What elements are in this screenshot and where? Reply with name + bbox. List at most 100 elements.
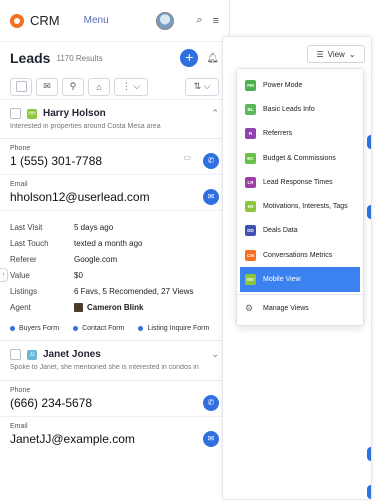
dot-icon <box>10 326 15 331</box>
agent-value[interactable]: Cameron Blink <box>74 302 143 312</box>
select-all-checkbox[interactable] <box>10 77 32 96</box>
filter-icon: ☰ <box>316 49 324 59</box>
form-label: Buyers Form <box>19 325 60 332</box>
view-option-deals-data[interactable]: DD Deals Data <box>237 219 363 243</box>
email-value[interactable]: JanetJJ@example.com <box>10 432 219 446</box>
message-icon[interactable]: ▭ <box>183 153 191 162</box>
agent-row: Agent Cameron Blink <box>10 299 219 315</box>
call-button[interactable] <box>367 135 371 149</box>
call-button[interactable]: ✆ <box>203 395 219 411</box>
view-option-mobile-view[interactable]: MV Mobile View <box>240 267 360 292</box>
view-badge-icon: PM <box>245 79 256 91</box>
expand-side-arrow[interactable]: › <box>0 268 8 282</box>
leads-header: Leads 1170 Results + 🔔︎ <box>0 42 229 74</box>
view-badge-icon: MV <box>245 274 256 286</box>
tag-icon: ⌂ <box>96 81 102 92</box>
detail-value: 6 Favs, 5 Recomended, 27 Views <box>74 286 194 296</box>
email-label: Email <box>10 423 28 430</box>
lead-name[interactable]: Harry Holson <box>43 108 211 119</box>
view-option-conversations-metrics[interactable]: CM Conversations Metrics <box>237 243 363 267</box>
detail-key: Listings <box>10 286 38 296</box>
view-dropdown-menu: PM Power Mode BL Basic Leads Info R Referre… <box>236 68 364 326</box>
send-email-button[interactable]: ✉ <box>203 431 219 447</box>
user-avatar[interactable] <box>156 11 175 30</box>
tag-action-button[interactable]: ⌂ <box>88 77 110 96</box>
email-field: Email hholson12@userlead.com ✉ <box>0 175 229 211</box>
view-option-label: Lead Response Times <box>263 178 333 186</box>
email-field: Email JanetJJ@example.com ✉ <box>0 417 229 452</box>
lead-note: Interested in properties around Costa Me… <box>10 123 161 130</box>
detail-value: Google.com <box>74 254 118 264</box>
view-option-label: Power Mode <box>263 81 303 89</box>
view-option-referrers[interactable]: R Referrers <box>237 122 363 146</box>
bulk-toolbar: ✉ ⚲ ⌂ ⋮ ⌵ ⇅ ⌵ <box>0 74 229 100</box>
email-value[interactable]: hholson12@userlead.com <box>10 190 219 204</box>
view-badge-icon: LR <box>245 176 256 188</box>
search-icon[interactable]: ⌕ <box>196 14 202 27</box>
checkbox-icon <box>15 81 27 92</box>
bell-icon[interactable]: 🔔︎ <box>206 53 219 64</box>
form-item[interactable]: Contact Form <box>73 325 124 332</box>
lead-card[interactable]: JJ Janet Jones ⌄ Spoke to Janet, she men… <box>0 341 229 381</box>
detail-key: Referer <box>10 254 37 264</box>
view-select-button[interactable]: ☰ View ⌄ <box>307 45 365 63</box>
email-action-button[interactable]: ✉ <box>36 77 58 96</box>
assign-action-button[interactable]: ⚲ <box>62 77 84 96</box>
add-lead-button[interactable]: + <box>180 49 199 67</box>
call-button[interactable] <box>367 447 371 461</box>
lead-checkbox[interactable] <box>10 108 21 119</box>
detail-row: Referer Google.com <box>10 251 219 267</box>
menu-divider <box>237 293 363 295</box>
manage-views-button[interactable]: ⚙ Manage Views <box>237 297 363 321</box>
mail-icon: ✉ <box>43 81 51 91</box>
dot-icon <box>138 326 144 331</box>
view-badge-icon: BL <box>245 103 256 115</box>
send-email-button[interactable]: ✉ <box>203 189 219 205</box>
view-option-label: Conversations Metrics <box>263 251 333 259</box>
call-button[interactable]: ✆ <box>203 153 219 169</box>
form-item[interactable]: Buyers Form <box>10 325 59 332</box>
detail-row: Last Touch texted a month ago <box>10 235 219 251</box>
gear-icon: ⚙ <box>245 303 254 314</box>
phone-field: Phone 1 (555) 301-7788 ▭ ✆ <box>0 139 229 175</box>
phone-label: Phone <box>10 387 31 394</box>
lead-type-badge: HH <box>27 108 37 119</box>
lead-card[interactable]: HH Harry Holson ⌃ Interested in properti… <box>0 100 229 139</box>
view-option-budget-commissions[interactable]: BC Budget & Commissions <box>237 146 363 170</box>
chevron-down-icon: ⌄ <box>348 49 356 59</box>
lead-name[interactable]: Janet Jones <box>43 349 211 360</box>
more-actions-button[interactable]: ⋮ ⌵ <box>114 77 148 96</box>
lead-checkbox[interactable] <box>10 349 21 360</box>
view-option-basic-leads-info[interactable]: BL Basic Leads Info <box>237 97 363 121</box>
detail-row: Last Visit 5 days ago <box>10 219 219 235</box>
crm-logo-icon <box>10 13 24 28</box>
manage-views-label: Manage Views <box>263 305 309 313</box>
view-option-label: Basic Leads Info <box>263 105 315 113</box>
phone-value[interactable]: (666) 234-5678 <box>10 396 219 410</box>
forms-list: Buyers Form Contact Form Listing Inquire… <box>0 323 229 341</box>
view-option-lead-response-times[interactable]: LR Lead Response Times <box>237 170 363 194</box>
agent-avatar <box>74 302 83 312</box>
detail-key: Last Touch <box>10 238 49 248</box>
form-label: Listing Inquire Form <box>147 325 210 332</box>
send-email-button[interactable] <box>367 205 371 219</box>
leads-panel: CRM Menu ⌕ ≡ Leads 1170 Results + 🔔︎ ✉ ⚲… <box>0 0 230 500</box>
lead-type-badge: JJ <box>27 349 37 360</box>
top-bar: CRM Menu ⌕ ≡ <box>0 0 229 42</box>
user-plus-icon: ⚲ <box>69 81 77 91</box>
menu-link[interactable]: Menu <box>84 15 157 26</box>
view-option-power-mode[interactable]: PM Power Mode <box>237 73 363 97</box>
phone-field: Phone (666) 234-5678 ✆ <box>0 381 229 417</box>
lead-note: Spoke to Janet, she mentioned she is int… <box>10 364 199 371</box>
hamburger-icon[interactable]: ≡ <box>213 15 219 27</box>
chevron-up-icon[interactable]: ⌃ <box>211 108 219 119</box>
chevron-down-icon[interactable]: ⌄ <box>211 349 219 360</box>
view-option-label: Deals Data <box>263 227 298 235</box>
view-label: View <box>327 49 345 59</box>
send-email-button[interactable] <box>367 485 371 499</box>
detail-row: Value $0 <box>10 267 219 283</box>
sort-button[interactable]: ⇅ ⌵ <box>185 77 219 96</box>
view-option-motivations[interactable]: MI Motivations, Interests, Tags <box>237 194 363 218</box>
view-option-label: Referrers <box>263 130 293 138</box>
form-item[interactable]: Listing Inquire Form <box>138 325 209 332</box>
